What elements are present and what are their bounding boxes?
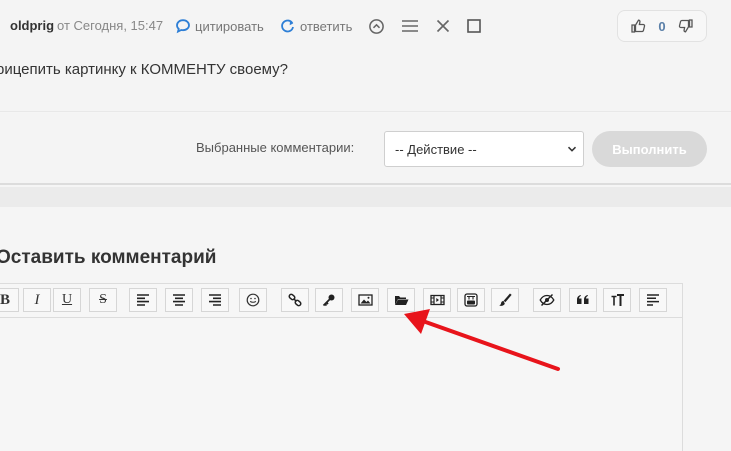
comment-editor: B I U S [0,283,683,451]
align-left-button[interactable] [129,288,157,312]
film-icon [429,294,445,306]
video-button[interactable] [423,288,451,312]
leave-comment-section: Оставить комментарий B I U S [0,207,731,451]
brush-icon [499,293,512,306]
chevron-down-icon [567,146,577,152]
youtube-icon [464,293,478,307]
font-size-button[interactable] [603,288,631,312]
paragraph-format-button[interactable] [639,288,667,312]
hidden-text-button[interactable] [533,288,561,312]
key-button[interactable] [315,288,343,312]
reply-label: ответить [300,18,353,34]
image-icon [357,294,373,306]
leave-comment-title: Оставить комментарий [0,247,217,268]
quote-label: цитировать [195,18,264,34]
comment-block: oldprig от Сегодня, 15:47 цитировать отв… [0,0,731,112]
close-icon [436,19,450,33]
selected-comments-label: Выбранные комментарии: [196,140,355,155]
eye-slash-icon [539,293,555,307]
align-justify-left-icon [647,294,659,306]
bold-button[interactable]: B [0,288,19,312]
align-right-button[interactable] [201,288,229,312]
menu-button[interactable] [401,17,419,35]
brush-button[interactable] [491,288,519,312]
section-divider [0,187,731,207]
quote-bubble-icon [176,19,190,34]
quote-button[interactable]: цитировать [175,17,264,35]
attach-file-button[interactable] [387,288,415,312]
action-select[interactable]: -- Действие -- [384,131,584,167]
chevron-up-circle-icon [368,18,384,34]
close-button[interactable] [434,17,452,35]
strikethrough-button[interactable]: S [89,288,117,312]
text-height-icon [611,294,624,306]
scroll-up-button[interactable] [367,17,385,35]
quote-format-button[interactable] [569,288,597,312]
link-icon [288,293,302,307]
align-left-icon [137,294,149,306]
reply-arrow-icon [281,19,294,33]
underline-button[interactable]: U [53,288,81,312]
action-select-value: -- Действие -- [395,141,477,157]
checkbox-icon [467,19,481,33]
comment-date: от Сегодня, 15:47 [57,18,164,33]
link-button[interactable] [281,288,309,312]
rating-count: 0 [658,18,666,34]
emoji-button[interactable] [239,288,267,312]
image-button[interactable] [351,288,379,312]
smiley-icon [246,293,260,307]
reply-button[interactable]: ответить [280,17,352,35]
youtube-button[interactable] [457,288,485,312]
align-center-icon [173,294,185,306]
quote-marks-icon [577,295,589,304]
rating-widget: 0 [617,10,707,42]
comment-author[interactable]: oldprig [10,18,54,33]
folder-open-icon [394,296,408,305]
thumbs-down-icon[interactable] [678,18,694,34]
selected-comments-bar: Выбранные комментарии: -- Действие -- Вы… [0,113,731,185]
select-checkbox[interactable] [465,17,483,35]
italic-button[interactable]: I [23,288,51,312]
hamburger-icon [402,20,418,32]
run-button[interactable]: Выполнить [592,131,707,167]
align-right-icon [209,294,221,306]
thumbs-up-icon[interactable] [630,18,646,34]
comment-text: рицепить картинку к КОММЕНТУ своему? [0,61,288,78]
editor-toolbar: B I U S [0,284,682,318]
align-center-button[interactable] [165,288,193,312]
key-icon [322,294,335,307]
